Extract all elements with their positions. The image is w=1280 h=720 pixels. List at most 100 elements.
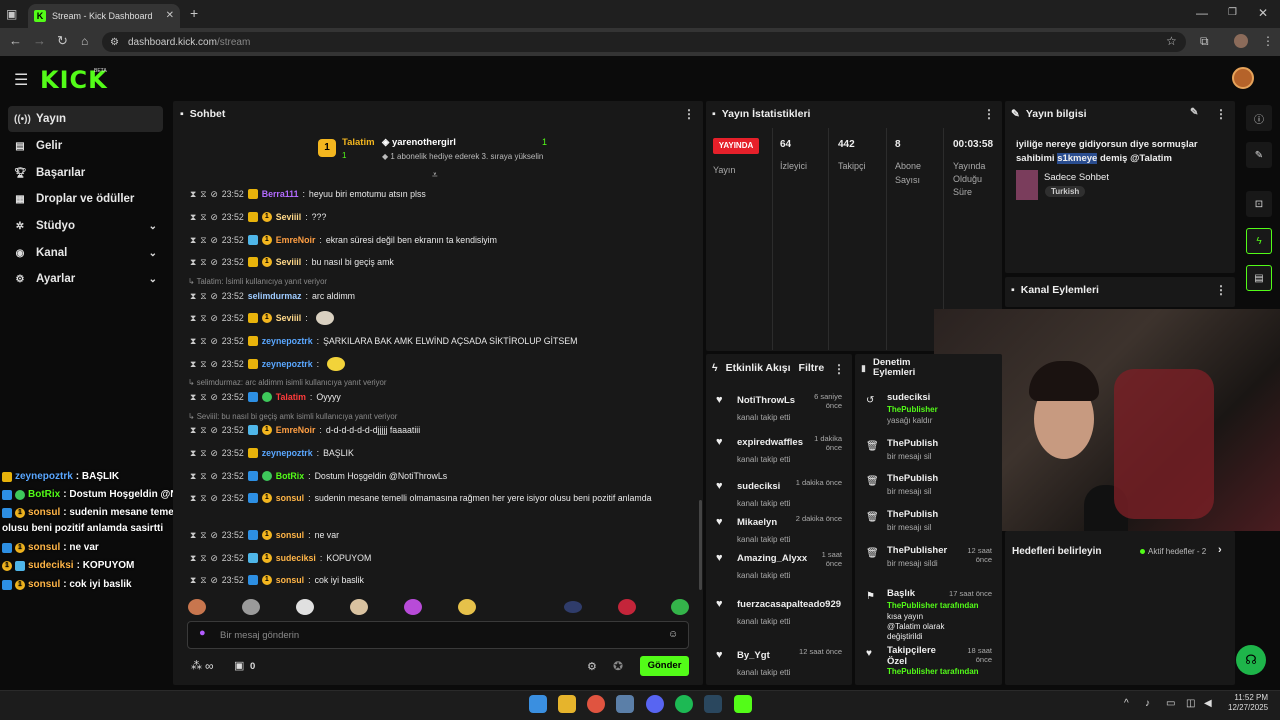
profile-avatar-icon[interactable] [1234,34,1248,48]
network-icon[interactable]: ◫ [1186,698,1195,709]
emote-manager-icon[interactable]: ✪ [613,659,623,673]
site-info-icon[interactable]: ⚙ [110,37,119,49]
pin-icon[interactable]: ⧗ [190,291,196,302]
pin-icon[interactable]: ⧗ [190,336,196,347]
clock[interactable]: 11:52 PM 12/27/2025 [1228,693,1268,713]
kick-app-icon[interactable] [734,695,752,713]
message-user[interactable]: Seviiil [276,212,301,222]
browser-menu-icon[interactable]: ⋮ [1262,35,1274,47]
timeout-icon[interactable]: ⧖ [200,471,206,482]
notes-icon[interactable]: ▤ [1246,265,1272,291]
moderation-actor[interactable]: ThePublisher tarafından [887,601,979,610]
browser-tab[interactable]: K Stream - Kick Dashboard ✕ [28,4,180,28]
pin-icon[interactable]: ⧗ [190,257,196,268]
pin-icon[interactable]: ⧗ [190,530,196,541]
timeout-icon[interactable]: ⧖ [200,291,206,302]
pin-icon[interactable]: ⧗ [190,392,196,403]
message-user[interactable]: Talatim [276,392,306,402]
app-icon[interactable] [616,695,634,713]
timeout-icon[interactable]: ⧖ [200,392,206,403]
chevron-right-icon[interactable]: › [1218,544,1222,556]
ban-icon[interactable]: ⊘ [210,493,217,504]
emote-icon[interactable] [242,599,260,615]
message-user[interactable]: Berra111 [262,189,299,199]
spotify-icon[interactable] [675,695,693,713]
stream-info-menu-icon[interactable]: ⋮ [1215,107,1227,121]
chat-message[interactable]: ⧗ ⧖ ⊘ 23:52 1 Seviiil:??? [190,211,326,223]
edit-icon[interactable]: ✎ [1246,142,1272,168]
emote-icon[interactable] [564,601,582,613]
minimize-icon[interactable]: — [1196,7,1208,19]
ban-icon[interactable]: ⊘ [210,257,217,268]
activity-menu-icon[interactable]: ⋮ [833,362,845,376]
activity-user[interactable]: fuerzacasapalteado929 [737,599,843,610]
message-user[interactable]: zeynepoztrk [262,336,313,346]
ban-icon[interactable]: ⊘ [210,553,217,564]
chat-message[interactable]: ⧗ ⧖ ⊘ 23:52 1 EmreNoir: ekran süresi değil ben… [190,234,497,246]
close-window-icon[interactable]: ✕ [1258,7,1268,19]
chat-message[interactable]: ⧗ ⧖ ⊘ 23:52 Talatim: Oyyyy [190,391,341,403]
sidebar-item-ayarlar[interactable]: ⚙ Ayarlar ⌄ [8,266,163,292]
pin-icon[interactable]: ⧗ [190,235,196,246]
ban-icon[interactable]: ⊘ [210,425,217,436]
moderation-target[interactable]: ThePublish [887,473,997,484]
emote-icon[interactable] [404,599,422,615]
moderation-actor[interactable]: ThePublisher [887,405,938,414]
category-name[interactable]: Sadece Sohbet [1044,172,1109,183]
timeout-icon[interactable]: ⧖ [200,313,206,324]
timeout-icon[interactable]: ⧖ [200,553,206,564]
chat-message[interactable]: ⧗ ⧖ ⊘ 23:52 selimdurmaz: arc aldimm [190,290,355,302]
message-user[interactable]: Seviiil [276,257,301,267]
moderation-target[interactable]: sudeciksi [887,392,997,403]
tray-chevron-icon[interactable]: ^ [1124,698,1129,709]
pin-icon[interactable]: ⧗ [190,471,196,482]
timeout-icon[interactable]: ⧖ [200,575,206,586]
message-user[interactable]: sonsul [276,530,304,540]
ban-icon[interactable]: ⊘ [210,336,217,347]
bookmark-star-icon[interactable]: ☆ [1166,35,1177,47]
timeout-icon[interactable]: ⧖ [200,493,206,504]
chat-message[interactable]: ⧗ ⧖ ⊘ 23:52 1 Seviiil: [190,311,334,325]
timeout-icon[interactable]: ⧖ [200,212,206,223]
screenshot-icon[interactable]: ⊡ [1246,191,1272,217]
send-button[interactable]: Gönder [640,656,689,676]
ban-icon[interactable]: ⊘ [210,359,217,370]
timeout-icon[interactable]: ⧖ [200,235,206,246]
pin-icon[interactable]: ⧗ [190,359,196,370]
emote-icon[interactable] [188,599,206,615]
back-icon[interactable]: ← [9,34,22,47]
support-chat-icon[interactable]: ☊ [1236,645,1266,675]
volume-icon[interactable]: ◀ [1204,698,1212,709]
chat-message[interactable]: ⧗ ⧖ ⊘ 23:52 1 EmreNoir: d-d-d-d-d-d-djjjjj faa… [190,424,420,436]
home-icon[interactable]: ⌂ [81,35,88,47]
edit-pencil-icon[interactable]: ✎ [1190,107,1198,118]
category-thumbnail[interactable] [1016,170,1038,200]
chat-message[interactable]: ⧗ ⧖ ⊘ 23:52 zeynepoztrk: BAŞLIK [190,447,354,459]
timeout-icon[interactable]: ⧖ [200,530,206,541]
chat-scrollbar[interactable] [699,500,702,590]
pin-icon[interactable]: ⧗ [190,313,196,324]
message-user[interactable]: Seviiil [276,313,301,323]
emote-icon[interactable] [296,599,314,615]
emote-icon[interactable] [458,599,476,615]
ban-icon[interactable]: ⊘ [210,575,217,586]
ban-icon[interactable]: ⊘ [210,189,217,200]
ban-icon[interactable]: ⊘ [210,471,217,482]
forward-icon[interactable]: → [33,34,46,47]
pin-icon[interactable]: ⧗ [190,553,196,564]
chat-message[interactable]: ⧗ ⧖ ⊘ 23:52 1 sonsul: cok iyi baslik [190,574,364,586]
language-tag[interactable]: Turkish [1045,186,1086,197]
ban-icon[interactable]: ⊘ [210,530,217,541]
steam-icon[interactable] [704,695,722,713]
pin-icon[interactable]: ⧗ [190,575,196,586]
file-explorer-icon[interactable] [558,695,576,713]
ban-icon[interactable]: ⊘ [210,291,217,302]
message-user[interactable]: sonsul [276,575,304,585]
timeout-icon[interactable]: ⧖ [200,189,206,200]
ban-icon[interactable]: ⊘ [210,235,217,246]
chat-message[interactable]: ⧗ ⧖ ⊘ 23:52 zeynepoztrk: [190,357,346,371]
reload-icon[interactable]: ↻ [57,34,68,47]
chat-message[interactable]: ⧗ ⧖ ⊘ 23:52 zeynepoztrk: ŞARKILARA BAK AMK EL… [190,335,577,347]
sidebar-item-basarilar[interactable]: 🏆︎ Başarılar [8,160,163,186]
hamburger-menu-icon[interactable]: ☰ [14,70,28,90]
